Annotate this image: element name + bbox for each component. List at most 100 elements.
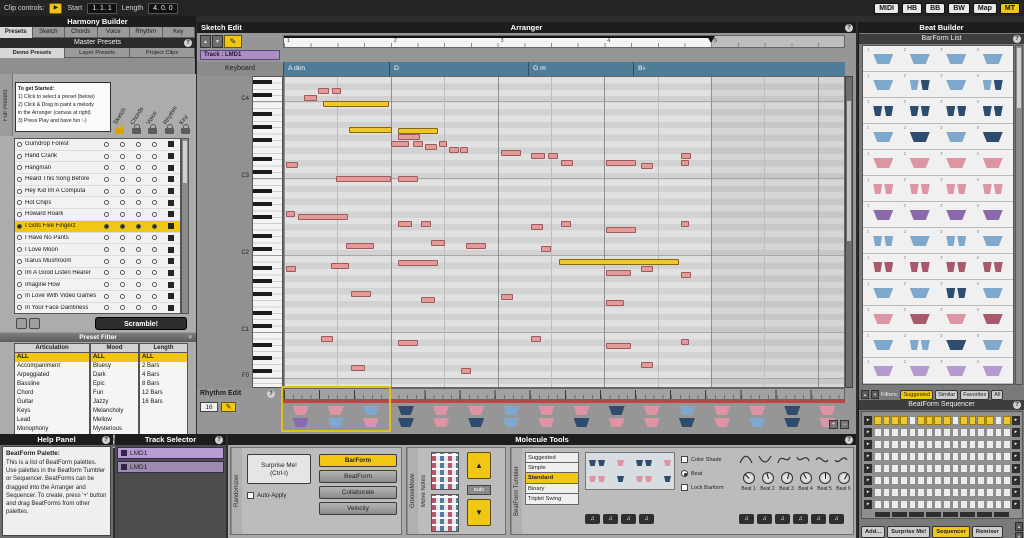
filter-item[interactable]: Bluesy [91, 362, 138, 371]
subtab-project-clips[interactable]: Project Clips [130, 48, 195, 58]
preset-filter-header[interactable]: Preset Filter ˅ [0, 332, 196, 342]
scroll-up-button[interactable]: ▲ [200, 35, 211, 48]
tumbler-option-simple[interactable]: Simple [525, 463, 579, 474]
scroll-down-button[interactable]: ▼ [1015, 532, 1023, 538]
barform-row[interactable]: 1234 [863, 202, 1013, 228]
sequencer-cell[interactable] [909, 500, 917, 509]
chord-segment[interactable]: B♭ [633, 62, 845, 76]
preset-mark[interactable] [104, 165, 109, 170]
filter-item[interactable]: Jazzy [91, 398, 138, 407]
tumbler-option-triplet-swing[interactable]: Triplet Swing [525, 494, 579, 505]
sequencer-cell[interactable] [909, 476, 917, 485]
preset-mark[interactable] [136, 177, 141, 182]
sequencer-cell[interactable] [969, 488, 977, 497]
sequencer-cell[interactable] [926, 452, 934, 461]
rhythm-row-2[interactable] [283, 416, 845, 427]
sequencer-cell[interactable] [917, 476, 925, 485]
filter-item[interactable]: Accompaniment [15, 362, 89, 371]
note[interactable] [641, 266, 653, 272]
preset-mark[interactable] [104, 177, 109, 182]
sequencer-cell[interactable] [900, 440, 908, 449]
mode-button-collaborate[interactable]: Collaborate [319, 486, 397, 499]
full-presets-strip[interactable]: Full Presets [0, 74, 13, 136]
preset-radio[interactable] [17, 294, 22, 299]
topbar-button-map[interactable]: Map [973, 3, 997, 14]
sequencer-cell[interactable] [934, 476, 942, 485]
filter-item[interactable]: Fun [91, 389, 138, 398]
topbar-button-bb[interactable]: BB [925, 3, 945, 14]
knob-dial[interactable] [781, 472, 793, 484]
scroll-up-button[interactable]: ▲ [861, 390, 869, 399]
row-end-button[interactable]: ▸ [1012, 416, 1020, 425]
preset-mark[interactable] [120, 305, 125, 310]
black-key[interactable] [253, 356, 272, 361]
note[interactable] [298, 214, 348, 220]
sequencer-cell[interactable] [874, 500, 882, 509]
filter-item[interactable]: Arpeggiated [15, 371, 89, 380]
filter-favorites[interactable]: Favorites [960, 390, 989, 400]
rhythm-cell[interactable] [459, 404, 494, 415]
row-play-button[interactable]: ▸ [864, 428, 872, 437]
sequencer-cell[interactable] [960, 500, 968, 509]
filter-item[interactable]: 16 Bars [140, 398, 187, 407]
sequencer-cell[interactable] [1003, 428, 1011, 437]
sequencer-cell[interactable] [891, 464, 899, 473]
preset-mark[interactable] [104, 259, 109, 264]
note[interactable] [286, 266, 296, 272]
sequencer-cell[interactable] [986, 416, 994, 425]
black-key[interactable] [253, 138, 272, 143]
sequencer-cell[interactable] [1003, 500, 1011, 509]
preset-mark[interactable] [152, 282, 157, 287]
sequencer-cell[interactable] [883, 488, 891, 497]
preset-mark[interactable] [136, 247, 141, 252]
sequencer-cell[interactable] [943, 476, 951, 485]
row-end-button[interactable]: ▸ [1012, 440, 1020, 449]
rhythm-cell[interactable] [669, 404, 704, 415]
note[interactable] [641, 163, 653, 169]
preset-mark[interactable] [152, 177, 157, 182]
collapse-icon[interactable]: ˅ [188, 333, 192, 343]
sequencer-cell[interactable] [874, 440, 882, 449]
sequencer-cell[interactable] [926, 428, 934, 437]
filter-item[interactable]: Mysterious [91, 425, 138, 434]
sequencer-cell[interactable] [917, 464, 925, 473]
help-icon[interactable]: ? [845, 436, 853, 444]
auto-button[interactable]: auto [467, 485, 491, 495]
sequencer-cell[interactable] [995, 452, 1003, 461]
sequencer-cell[interactable] [952, 416, 960, 425]
sequencer-cell[interactable] [891, 428, 899, 437]
filter-similar[interactable]: Similar [935, 390, 958, 400]
preset-mark[interactable] [136, 154, 141, 159]
note[interactable] [531, 153, 545, 159]
sequencer-cell[interactable] [934, 500, 942, 509]
sequencer-cell[interactable] [943, 500, 951, 509]
sequencer-cell[interactable] [969, 500, 977, 509]
knob-dial[interactable] [743, 472, 755, 484]
rhythm-step-ruler[interactable] [283, 388, 845, 400]
note-pair-button[interactable]: ♫ [603, 514, 618, 524]
preset-mark[interactable] [136, 200, 141, 205]
preset-mark[interactable] [136, 270, 141, 275]
sequencer-cell[interactable] [934, 428, 942, 437]
sequencer-cell[interactable] [943, 440, 951, 449]
sequencer-cell[interactable] [900, 500, 908, 509]
piano-roll[interactable] [283, 76, 845, 388]
knob-dial[interactable] [819, 472, 831, 484]
sequencer-cell[interactable] [883, 416, 891, 425]
tumbler-option-standard[interactable]: Standard [525, 473, 579, 484]
black-key[interactable] [253, 112, 272, 117]
sequencer-cell[interactable] [943, 428, 951, 437]
preset-mark[interactable] [120, 142, 125, 147]
length-value-field[interactable]: 4. 0. 0 [148, 3, 177, 14]
sequencer-cell[interactable] [1003, 416, 1011, 425]
filter-item[interactable]: Bassline [15, 380, 89, 389]
note[interactable] [461, 368, 471, 374]
row-play-button[interactable]: ▸ [864, 476, 872, 485]
note[interactable] [336, 176, 391, 182]
lock-barform-checkbox[interactable] [681, 484, 688, 491]
note[interactable] [439, 141, 447, 147]
black-key[interactable] [253, 343, 272, 348]
sequencer-cell[interactable] [960, 428, 968, 437]
auto-apply-checkbox[interactable] [247, 492, 254, 499]
note-pair-button[interactable]: ♫ [775, 514, 790, 524]
